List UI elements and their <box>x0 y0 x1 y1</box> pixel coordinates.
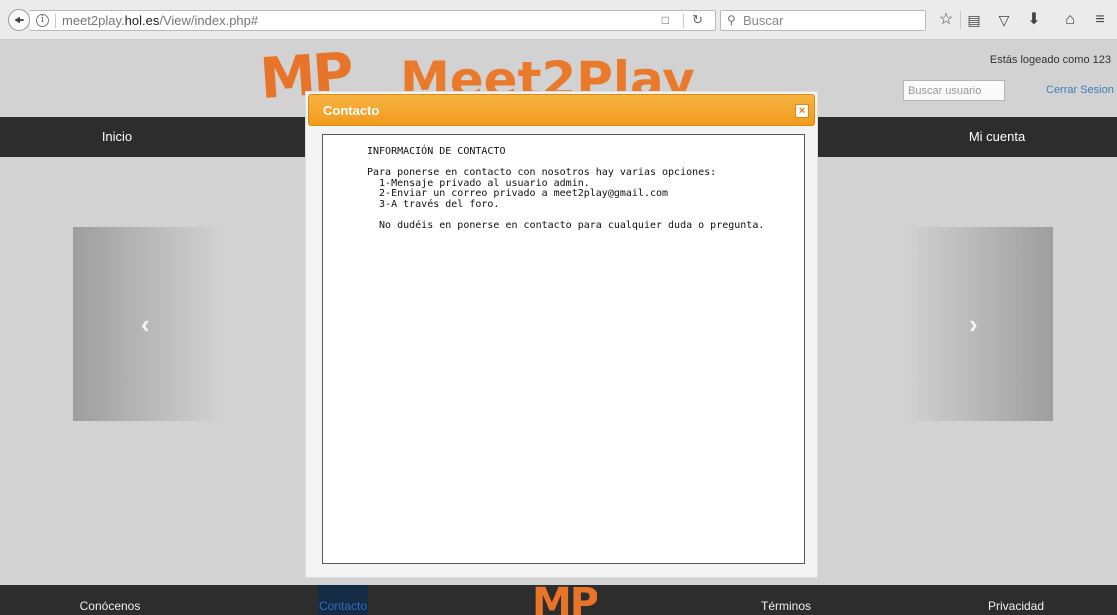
user-search-input[interactable] <box>903 80 1005 101</box>
chevron-left-icon: ‹ <box>141 309 150 339</box>
url-bar[interactable]: i meet2play.hol.es/View/index.php# □ ↻ <box>30 10 716 31</box>
logout-link[interactable]: Cerrar Sesion <box>1046 84 1114 96</box>
url-text[interactable]: meet2play.hol.es/View/index.php# <box>62 13 258 28</box>
bookmark-star-icon[interactable]: ☆ <box>936 9 956 31</box>
close-icon[interactable]: × <box>795 104 809 118</box>
contact-option: 3-A través del foro. <box>367 198 500 210</box>
search-icon: ⚲ <box>727 13 736 27</box>
contact-closing: No dudéis en ponerse en contacto para cu… <box>367 220 765 232</box>
site-info-icon[interactable]: i <box>36 14 49 27</box>
url-separator <box>683 14 684 28</box>
nav-item-inicio[interactable]: Inicio <box>0 117 234 157</box>
browser-search-bar[interactable]: ⚲ Buscar <box>720 10 926 31</box>
footer-logo: MP <box>532 585 597 615</box>
reading-list-icon[interactable]: ▤ <box>964 9 984 31</box>
url-path: /View/index.php# <box>159 13 259 28</box>
logged-in-status: Estás logeado como 123 <box>989 54 1111 66</box>
dialog-titlebar[interactable]: Contacto × <box>308 94 815 126</box>
browser-search-placeholder: Buscar <box>743 13 784 28</box>
home-icon[interactable]: ⌂ <box>1060 9 1080 31</box>
pocket-icon[interactable]: ▽ <box>994 9 1014 31</box>
site-footer: Conócenos Contacto MP Términos Privacida… <box>0 585 1117 615</box>
reload-icon[interactable]: ↻ <box>692 12 703 28</box>
url-separator <box>55 14 56 28</box>
download-icon[interactable]: ⬇ <box>1024 9 1044 31</box>
footer-logo-text: MP <box>532 585 598 615</box>
url-prefix: meet2play. <box>62 13 125 28</box>
dialog-body[interactable]: INFORMACIÓN DE CONTACTO Para ponerse en … <box>322 134 805 564</box>
nav-item-mi-cuenta[interactable]: Mi cuenta <box>880 117 1114 157</box>
contact-info: INFORMACIÓN DE CONTACTO Para ponerse en … <box>367 146 765 232</box>
dialog-title: Contacto <box>323 103 380 118</box>
footer-link-contacto[interactable]: Contacto <box>318 585 368 615</box>
footer-link-terminos[interactable]: Términos <box>736 585 836 615</box>
toolbar-separator <box>960 11 961 29</box>
browser-toolbar: 🠜 i meet2play.hol.es/View/index.php# □ ↻… <box>0 0 1117 40</box>
footer-link-conocenos[interactable]: Conócenos <box>60 585 160 615</box>
contact-dialog: Contacto × INFORMACIÓN DE CONTACTO Para … <box>305 91 818 578</box>
chevron-right-icon: › <box>969 309 978 339</box>
carousel-prev-button[interactable]: ‹ <box>73 227 223 421</box>
carousel-next-button[interactable]: › <box>903 227 1053 421</box>
footer-link-privacidad[interactable]: Privacidad <box>966 585 1066 615</box>
menu-icon[interactable]: ≡ <box>1090 9 1110 31</box>
url-domain: hol.es <box>124 13 160 28</box>
contact-heading: INFORMACIÓN DE CONTACTO <box>367 146 506 157</box>
reader-view-icon[interactable]: □ <box>662 13 669 27</box>
back-arrow-icon[interactable]: 🠜 <box>8 9 30 31</box>
